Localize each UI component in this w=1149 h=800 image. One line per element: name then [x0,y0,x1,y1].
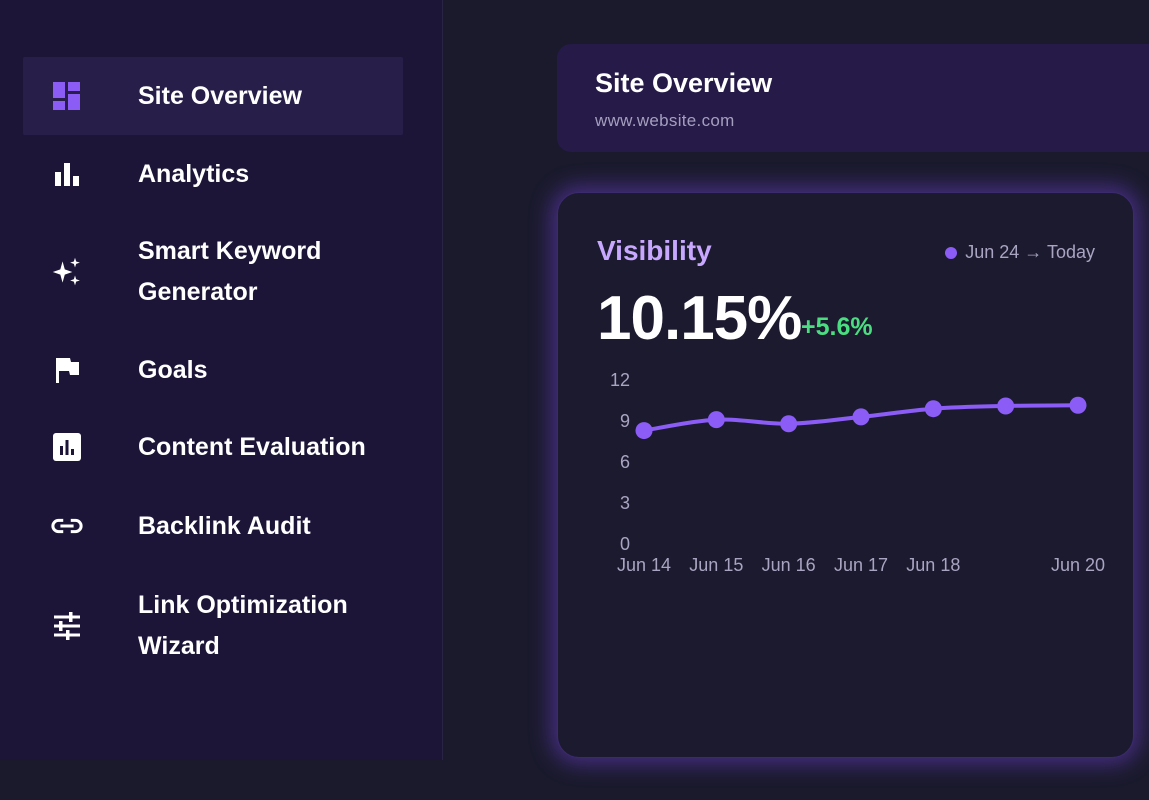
y-tick-label: 0 [620,534,630,554]
sidebar-item-content-evaluation[interactable]: Content Evaluation [23,408,403,486]
sidebar-item-label: Analytics [138,159,250,188]
x-tick-label: Jun 14 [617,555,671,575]
y-tick-label: 12 [610,370,630,390]
sidebar-item-smart-keyword-generator[interactable]: Smart Keyword Generator [23,230,403,314]
sidebar-item-label: Site Overview [138,81,302,110]
sidebar-item-label: Link Optimization Wizard [138,591,348,660]
y-tick-label: 9 [620,411,630,431]
report-icon [51,431,83,463]
sparkles-icon [51,256,83,288]
sidebar-item-label: Smart Keyword Generator [138,237,322,306]
data-point[interactable] [852,408,870,426]
sidebar-item-site-overview[interactable]: Site Overview [23,57,403,135]
site-header-card: Site Overview www.website.com [557,44,1149,152]
data-point[interactable] [997,397,1015,415]
sidebar: Site Overview Analytics Smart Keyword Ge… [0,0,443,760]
sliders-icon [51,610,83,642]
visibility-card: Visibility Jun 24 → Today 10.15% +5.6% 1… [557,192,1134,758]
dashboard-icon [51,80,83,112]
bar-chart-icon [51,158,83,190]
y-tick-label: 3 [620,493,630,513]
data-point[interactable] [780,415,798,433]
x-tick-label: Jun 17 [834,555,888,575]
sidebar-item-goals[interactable]: Goals [23,331,403,409]
data-point[interactable] [635,422,653,440]
sidebar-item-backlink-audit[interactable]: Backlink Audit [23,487,403,565]
site-url: www.website.com [595,111,735,130]
sidebar-item-label: Backlink Audit [138,511,311,540]
y-tick-label: 6 [620,452,630,472]
sidebar-item-analytics[interactable]: Analytics [23,135,403,213]
sidebar-item-link-optimization-wizard[interactable]: Link Optimization Wizard [23,584,403,668]
data-point[interactable] [707,411,725,429]
link-icon [51,510,83,542]
x-tick-label: Jun 18 [906,555,960,575]
x-tick-label: Jun 16 [762,555,816,575]
data-point[interactable] [1069,396,1087,414]
sidebar-item-label: Content Evaluation [138,432,366,461]
visibility-chart: 12 9 6 3 0Jun 14 Jun 15 Jun 16 Jun 17 Jun 18 Jun … [610,370,1105,575]
sidebar-item-label: Goals [138,355,208,384]
page-title: Site Overview [595,68,773,98]
x-tick-label: Jun 20 [1051,555,1105,575]
x-tick-label: Jun 15 [689,555,743,575]
flag-icon [51,354,83,386]
data-point[interactable] [924,400,942,418]
